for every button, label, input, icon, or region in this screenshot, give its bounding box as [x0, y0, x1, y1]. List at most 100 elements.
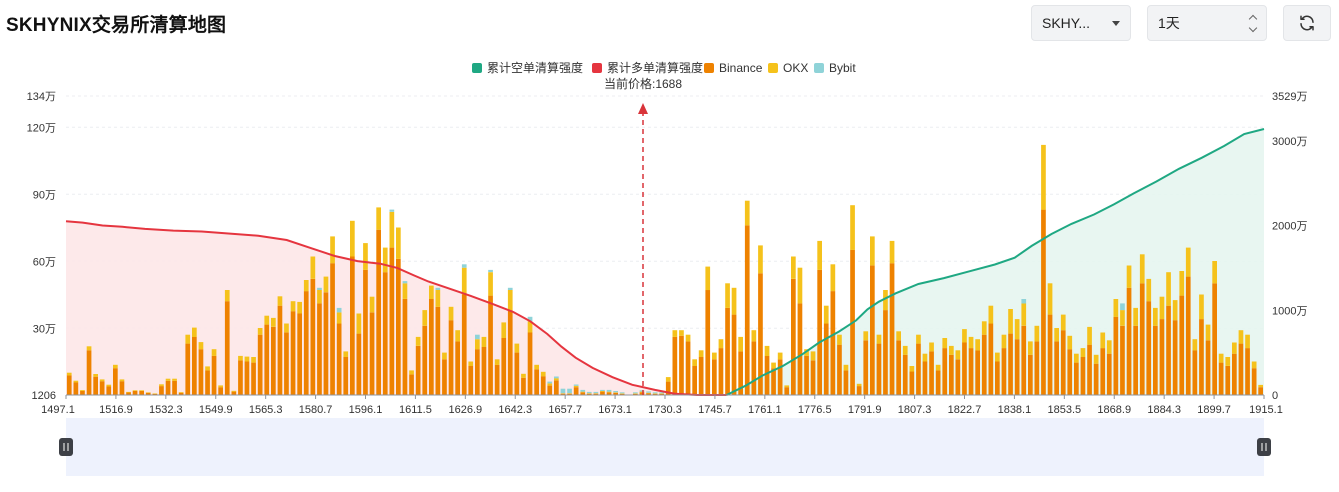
x-tick-label: 1565.3	[249, 404, 283, 416]
bar-okx	[244, 356, 250, 362]
bar-okx	[837, 334, 842, 345]
bar-okx	[1100, 332, 1106, 349]
bar-okx	[145, 392, 151, 393]
bar-okx	[1074, 353, 1079, 363]
bar-okx	[1041, 144, 1046, 210]
bar-binance	[837, 344, 842, 395]
bar-okx	[751, 330, 757, 342]
bar-binance	[66, 375, 72, 395]
bar-binance	[514, 352, 520, 395]
bar-okx	[1021, 303, 1027, 326]
bar-binance	[968, 348, 974, 395]
range-slider[interactable]	[59, 418, 1271, 476]
bar-binance	[402, 299, 408, 395]
bar-bybit	[560, 388, 566, 394]
bar-okx	[705, 266, 711, 291]
bar-okx	[744, 200, 750, 226]
bar-binance	[448, 320, 454, 395]
bar-okx	[968, 336, 974, 349]
bar-binance	[257, 334, 263, 395]
bar-binance	[784, 387, 790, 395]
bar-binance	[1100, 348, 1106, 395]
bar-binance	[185, 343, 191, 395]
bar-binance	[909, 371, 915, 395]
bar-okx	[1093, 354, 1099, 364]
bar-okx	[1133, 307, 1138, 326]
bar-okx	[784, 385, 790, 388]
bar-binance	[705, 290, 711, 395]
bar-binance	[540, 376, 546, 395]
bar-okx	[685, 334, 691, 342]
legend[interactable]: 累计空单清算强度 累计多单清算强度 Binance OKX Bybit	[472, 60, 856, 75]
bar-binance	[461, 294, 467, 395]
x-tick-label: 1822.7	[948, 404, 982, 416]
legend-swatch	[768, 63, 778, 73]
bar-okx	[330, 236, 335, 264]
bar-binance	[863, 340, 869, 395]
bar-okx	[422, 310, 428, 326]
bar-okx	[942, 338, 948, 349]
bar-binance	[1212, 283, 1217, 395]
bar-okx	[810, 351, 816, 361]
x-tick-label: 1673.1	[598, 404, 632, 416]
bar-binance	[336, 323, 342, 395]
bar-okx	[1113, 299, 1119, 317]
bar-binance	[1238, 343, 1244, 395]
bar-okx	[350, 220, 355, 257]
bar-okx	[764, 345, 770, 356]
bar-binance	[698, 357, 704, 395]
bar-okx	[1212, 261, 1217, 284]
bar-binance	[277, 305, 283, 395]
bar-okx	[455, 330, 460, 342]
bar-binance	[843, 370, 849, 395]
bar-okx	[1251, 361, 1257, 369]
bar-binance	[139, 391, 144, 395]
bar-okx	[1014, 319, 1020, 340]
bar-binance	[244, 361, 250, 395]
y-left-tick-label: 30万	[33, 323, 56, 335]
bar-binance	[1185, 276, 1191, 395]
bar-okx	[981, 321, 987, 335]
bar-okx	[192, 327, 197, 337]
bar-binance	[817, 269, 822, 395]
bar-okx	[303, 280, 309, 292]
bar-binance	[284, 332, 289, 395]
bar-binance	[1245, 348, 1250, 395]
bar-binance	[1133, 325, 1138, 395]
bar-okx	[1238, 330, 1244, 344]
bar-okx	[665, 377, 671, 382]
bar-okx	[159, 384, 164, 387]
bar-okx	[725, 283, 730, 308]
bar-okx	[758, 245, 763, 274]
bar-okx	[80, 390, 85, 391]
bar-binance	[1093, 363, 1099, 395]
bar-okx	[679, 330, 684, 336]
legend-swatch	[814, 63, 824, 73]
bar-binance	[376, 229, 381, 395]
bar-okx	[863, 331, 869, 341]
slider-handle-left[interactable]	[59, 438, 73, 456]
bar-binance	[955, 359, 961, 395]
y-right-tick-label: 0	[1272, 390, 1278, 402]
x-tick-label: 1915.1	[1249, 404, 1283, 416]
bar-binance	[442, 359, 447, 395]
bar-binance	[830, 291, 836, 395]
bar-okx	[777, 352, 783, 360]
bar-okx	[461, 267, 467, 295]
bar-okx	[481, 336, 487, 347]
bar-bybit	[554, 376, 559, 379]
slider-handle-right[interactable]	[1257, 438, 1271, 456]
bar-bybit	[633, 392, 638, 394]
bar-binance	[534, 369, 539, 395]
bar-binance	[468, 366, 474, 395]
bar-binance	[1021, 325, 1027, 395]
bar-binance	[409, 374, 414, 395]
bar-binance	[1146, 301, 1152, 395]
bar-okx	[916, 334, 921, 344]
bar-okx	[580, 391, 586, 393]
bar-binance	[297, 313, 302, 395]
bar-binance	[988, 323, 994, 395]
bar-binance	[725, 307, 730, 395]
bar-binance	[1199, 319, 1204, 395]
bar-okx	[382, 247, 388, 273]
